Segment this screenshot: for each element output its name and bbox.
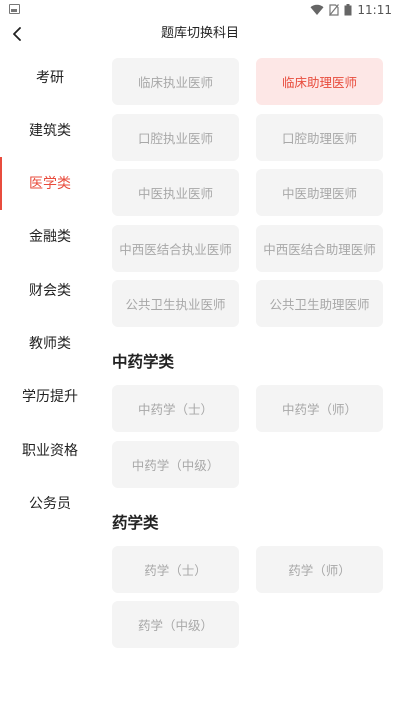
no-sim-icon [329, 4, 340, 16]
sidebar-item[interactable]: 公务员 [0, 476, 100, 529]
image-icon [9, 4, 20, 14]
subject-option[interactable]: 中西医结合执业医师 [112, 224, 239, 272]
sidebar-item[interactable]: 职业资格 [0, 423, 100, 476]
status-icons: 11:11 [310, 2, 392, 18]
subject-list: 临床执业医师 临床助理医师 口腔执业医师 口腔助理医师 中医执业医师 中医助理医师 中西医结… [112, 50, 400, 711]
subject-option[interactable]: 中医助理医师 [256, 169, 383, 216]
subject-option[interactable]: 中药学（士） [112, 385, 239, 432]
sidebar-item[interactable]: 医学类 [0, 156, 100, 210]
subject-option[interactable]: 口腔执业医师 [112, 113, 239, 161]
sidebar-item[interactable]: 学历提升 [0, 370, 100, 423]
subject-option[interactable]: 临床助理医师 [256, 58, 383, 105]
subject-option[interactable]: 药学（师） [256, 545, 383, 593]
subject-option[interactable]: 公共卫生助理医师 [256, 280, 383, 327]
subject-option[interactable]: 中西医结合助理医师 [256, 224, 383, 272]
subject-option[interactable]: 临床执业医师 [112, 58, 239, 105]
sidebar-item[interactable]: 考研 [0, 50, 100, 103]
subject-option[interactable]: 口腔助理医师 [256, 113, 383, 161]
sidebar-item[interactable]: 财会类 [0, 263, 100, 316]
wifi-icon [310, 4, 324, 16]
status-bar: 11:11 [0, 0, 400, 20]
subject-option[interactable]: 药学（士） [112, 545, 239, 593]
section-title: 药学类 [112, 513, 159, 532]
subject-option[interactable]: 公共卫生执业医师 [112, 280, 239, 327]
subject-option[interactable]: 中医执业医师 [112, 169, 239, 216]
sidebar-item[interactable]: 建筑类 [0, 103, 100, 156]
sidebar-item[interactable]: 金融类 [0, 210, 100, 263]
subject-option[interactable]: 中药学（师） [256, 385, 383, 432]
status-time: 11:11 [357, 3, 392, 17]
battery-icon [344, 4, 352, 16]
subject-option[interactable]: 中药学（中级） [112, 440, 239, 488]
section-title: 中药学类 [112, 353, 175, 371]
subject-option[interactable]: 药学（中级） [112, 601, 239, 648]
sidebar-item[interactable]: 教师类 [0, 317, 100, 370]
page-title: 题库切换科目 [160, 26, 239, 41]
category-sidebar: 考研 建筑类 医学类 金融类 财会类 教师类 学历提升 职业资格 公务员 [0, 50, 100, 711]
header: 题库切换科目 [0, 20, 400, 48]
